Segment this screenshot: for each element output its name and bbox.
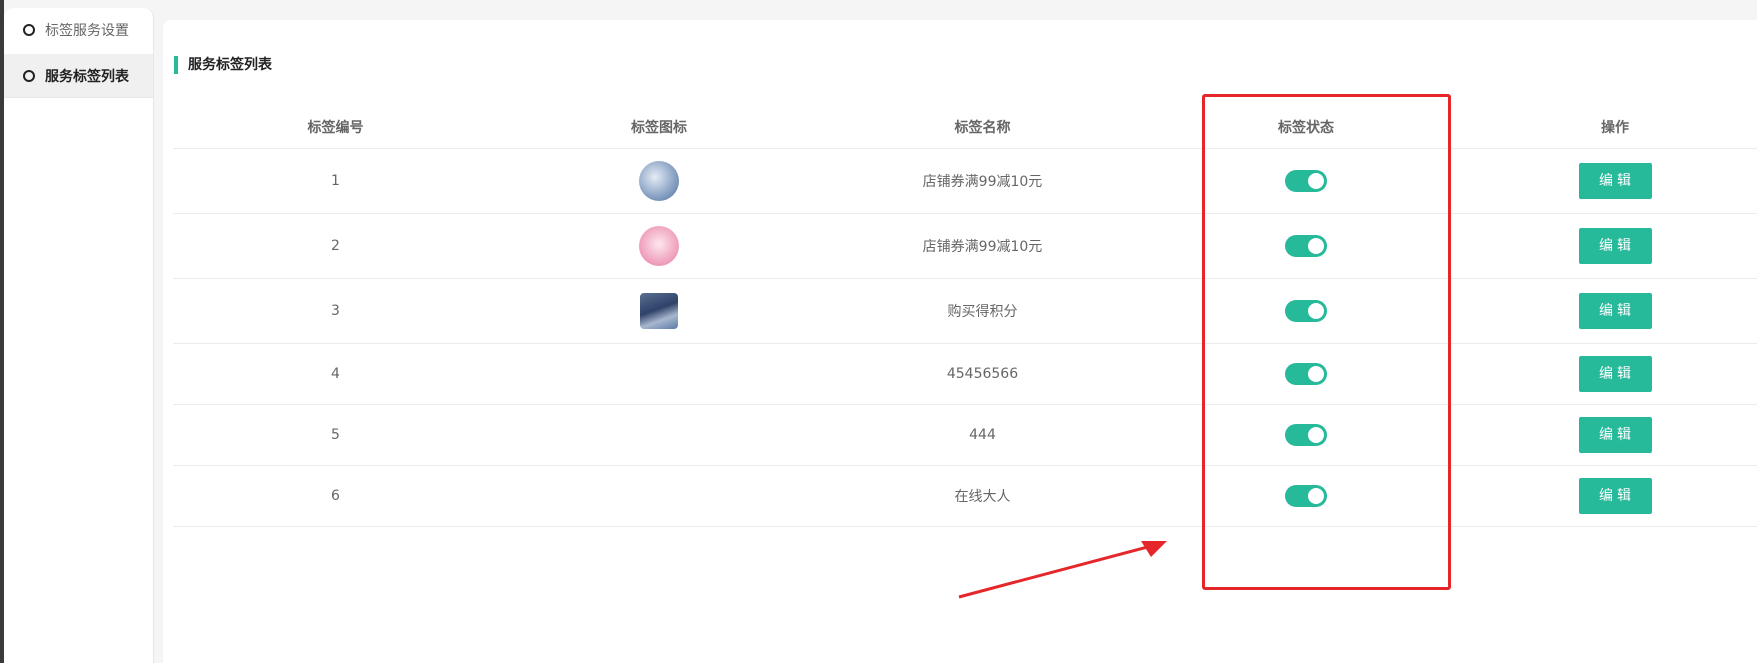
- sidebar-item-label: 服务标签列表: [45, 68, 129, 85]
- cell-id: 4: [173, 343, 498, 405]
- toggle-knob: [1308, 426, 1324, 443]
- table-row: 1 店铺券满99减10元 编辑: [173, 148, 1757, 214]
- table-row: 6 在线大人 编辑: [173, 465, 1757, 527]
- toggle-knob: [1308, 365, 1324, 382]
- cell-status: [1145, 213, 1467, 279]
- status-toggle[interactable]: [1285, 234, 1327, 257]
- cell-name: 店铺券满99减10元: [820, 148, 1145, 214]
- column-header-name: 标签名称: [820, 106, 1145, 149]
- cell-name: 在线大人: [820, 465, 1145, 527]
- edit-button[interactable]: 编辑: [1578, 416, 1652, 453]
- column-header-icon: 标签图标: [498, 106, 820, 149]
- status-toggle[interactable]: [1285, 362, 1327, 385]
- sidebar-item-tag-service-settings[interactable]: 标签服务设置: [4, 8, 153, 52]
- circle-icon: [23, 69, 35, 82]
- cell-actions: 编辑: [1467, 213, 1757, 279]
- table-header-row: 标签编号 标签图标 标签名称 标签状态 操作: [173, 106, 1757, 149]
- table-row: 3 购买得积分 编辑: [173, 278, 1757, 344]
- status-toggle[interactable]: [1285, 169, 1327, 192]
- cell-name: 店铺券满99减10元: [820, 213, 1145, 279]
- edit-button[interactable]: 编辑: [1578, 477, 1652, 514]
- cell-id: 1: [173, 148, 498, 214]
- cell-icon: [498, 213, 820, 279]
- circle-icon: [23, 24, 35, 36]
- cell-name: 444: [820, 404, 1145, 466]
- sidebar: 标签服务设置 服务标签列表: [4, 8, 154, 663]
- cell-actions: 编辑: [1467, 148, 1757, 214]
- cell-icon: [498, 465, 820, 527]
- cell-name: 购买得积分: [820, 278, 1145, 344]
- cell-status: [1145, 343, 1467, 405]
- toggle-knob: [1308, 487, 1324, 504]
- cell-status: [1145, 465, 1467, 527]
- cell-id: 3: [173, 278, 498, 344]
- page-title: 服务标签列表: [174, 56, 272, 74]
- table-row: 4 45456566 编辑: [173, 343, 1757, 405]
- edit-button[interactable]: 编辑: [1578, 227, 1652, 264]
- edit-button[interactable]: 编辑: [1578, 162, 1652, 199]
- cell-id: 2: [173, 213, 498, 279]
- cell-icon: [498, 278, 820, 344]
- table-row: 2 店铺券满99减10元 编辑: [173, 213, 1757, 279]
- cell-actions: 编辑: [1467, 278, 1757, 344]
- cell-actions: 编辑: [1467, 465, 1757, 527]
- column-header-actions: 操作: [1467, 106, 1757, 149]
- sidebar-item-service-tag-list[interactable]: 服务标签列表: [4, 54, 153, 98]
- status-toggle[interactable]: [1285, 484, 1327, 507]
- cell-status: [1145, 404, 1467, 466]
- cell-icon: [498, 343, 820, 405]
- cell-id: 5: [173, 404, 498, 466]
- sidebar-item-label: 标签服务设置: [45, 23, 129, 39]
- status-toggle[interactable]: [1285, 299, 1327, 322]
- tag-table: 标签编号 标签图标 标签名称 标签状态 操作 1 店铺券满99减10元 编辑 2…: [173, 106, 1757, 527]
- edit-button[interactable]: 编辑: [1578, 292, 1652, 329]
- tag-image-icon: [639, 225, 679, 266]
- tag-image-icon: [639, 160, 679, 201]
- column-header-status: 标签状态: [1145, 106, 1467, 149]
- tag-image-icon: [640, 292, 678, 329]
- toggle-knob: [1308, 237, 1324, 254]
- cell-icon: [498, 404, 820, 466]
- cell-name: 45456566: [820, 343, 1145, 405]
- toggle-knob: [1308, 172, 1324, 189]
- cell-actions: 编辑: [1467, 343, 1757, 405]
- cell-id: 6: [173, 465, 498, 527]
- cell-status: [1145, 148, 1467, 214]
- column-header-id: 标签编号: [173, 106, 498, 149]
- cell-icon: [498, 148, 820, 214]
- table-row: 5 444 编辑: [173, 404, 1757, 466]
- cell-status: [1145, 278, 1467, 344]
- toggle-knob: [1308, 302, 1324, 319]
- cell-actions: 编辑: [1467, 404, 1757, 466]
- main-panel: 服务标签列表 标签编号 标签图标 标签名称 标签状态 操作 1 店铺券满99减1…: [163, 20, 1757, 663]
- status-toggle[interactable]: [1285, 423, 1327, 446]
- edit-button[interactable]: 编辑: [1578, 355, 1652, 392]
